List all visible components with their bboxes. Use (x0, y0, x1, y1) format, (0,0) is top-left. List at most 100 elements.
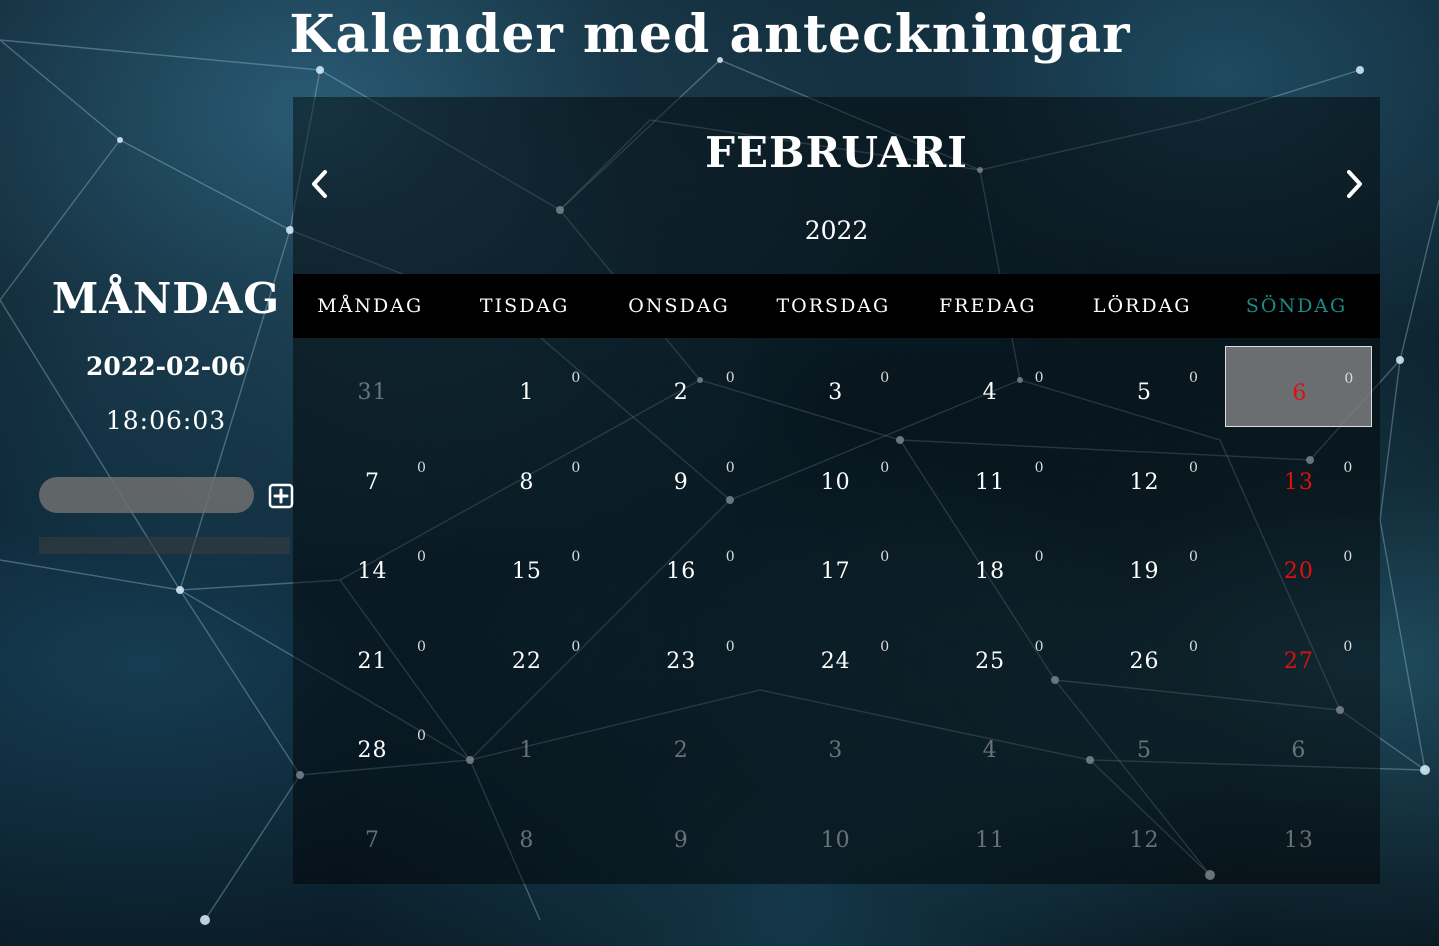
weekday-header: MÅNDAG TISDAG ONSDAG TORSDAG FREDAG LÖRD… (293, 274, 1380, 338)
note-count-badge: 0 (417, 728, 426, 745)
day-cell[interactable]: 22 0 (453, 615, 600, 696)
day-number: 13 (1283, 828, 1314, 853)
page-title: Kalender med anteckningar (289, 4, 1131, 65)
day-cell[interactable]: 21 0 (299, 615, 446, 696)
weekday-sunday: SÖNDAG (1245, 295, 1348, 317)
day-cell[interactable]: 26 0 (1071, 615, 1218, 696)
day-cell[interactable]: 10 0 (762, 436, 909, 517)
day-cell[interactable]: 17 0 (762, 525, 909, 606)
next-month-button[interactable] (1339, 166, 1369, 202)
day-cell[interactable]: 10 (453, 346, 600, 427)
day-number: 1 (519, 738, 535, 764)
note-count-badge: 0 (1034, 459, 1044, 476)
note-count-badge: 0 (1189, 370, 1198, 386)
day-cell[interactable]: 13 0 (1225, 436, 1372, 517)
note-count-badge: 0 (725, 638, 735, 655)
day-cell[interactable]: 7 (299, 794, 446, 875)
day-cell[interactable]: 11 (917, 794, 1064, 875)
day-number: 12 (1129, 828, 1160, 853)
add-note-button[interactable] (268, 483, 294, 509)
note-count-badge: 0 (880, 549, 890, 566)
note-count-badge: 0 (1034, 370, 1044, 386)
day-cell[interactable]: 60 (1225, 346, 1373, 427)
day-cell[interactable]: 90 (608, 436, 755, 517)
day-cell[interactable]: 19 0 (1071, 525, 1218, 606)
day-cell[interactable]: 8 (453, 794, 600, 875)
day-cell[interactable]: 9 (608, 794, 755, 875)
weekday-wednesday: ONSDAG (628, 295, 730, 317)
day-cell[interactable]: 80 (453, 436, 600, 517)
year-label: 2022 (804, 216, 869, 245)
day-cell[interactable]: 12 (1071, 794, 1218, 875)
selected-weekday: MÅNDAG (51, 274, 281, 323)
day-cell[interactable]: 14 0 (299, 525, 446, 606)
day-cell[interactable]: 1 (453, 704, 600, 785)
chevron-right-icon (1347, 170, 1362, 198)
day-cell[interactable]: 20 (608, 346, 755, 427)
day-cell[interactable]: 30 (762, 346, 909, 427)
day-number: 6 (1291, 738, 1307, 764)
note-count-badge: 0 (1189, 638, 1198, 655)
note-count-badge: 0 (725, 459, 735, 476)
day-number: 3 (828, 738, 844, 764)
note-count-badge: 0 (571, 459, 581, 476)
calendar-grid: 31 1 0 2 0 3 0 4 0 5 0 6 0 7 0 8 0 9 0 10 0 11 0 12 0 13 0 14 0 15 0 16… (293, 338, 1380, 878)
day-cell[interactable]: 40 (917, 346, 1064, 427)
day-cell[interactable]: 12 0 (1071, 436, 1218, 517)
day-cell[interactable]: 10 (762, 794, 909, 875)
weekday-friday: FREDAG (939, 295, 1037, 317)
day-cell[interactable]: 5 (1071, 704, 1218, 785)
plus-square-icon (268, 483, 294, 509)
note-count-badge: 0 (571, 370, 581, 386)
day-number: 31 (357, 380, 388, 405)
prev-month-button[interactable] (305, 166, 335, 202)
weekday-saturday: LÖRDAG (1092, 295, 1192, 317)
note-count-badge: 0 (571, 549, 581, 566)
day-cell[interactable]: 31 (299, 346, 446, 427)
note-count-badge: 0 (1343, 638, 1353, 655)
weekday-thursday: TORSDAG (776, 295, 891, 317)
month-name: FEBRUARI (705, 128, 968, 177)
day-number: 9 (673, 828, 689, 853)
day-cell[interactable]: 16 0 (608, 525, 755, 606)
day-cell[interactable]: 3 (762, 704, 909, 785)
note-count-badge: 0 (417, 549, 426, 566)
day-number: 7 (365, 828, 380, 853)
note-count-badge: 0 (1344, 371, 1354, 387)
note-count-badge: 0 (571, 638, 581, 655)
day-cell[interactable]: 28 0 (299, 704, 446, 785)
current-time: 18:06:03 (105, 406, 227, 435)
day-number: 8 (519, 828, 535, 853)
day-cell[interactable]: 50 (1071, 346, 1218, 427)
day-cell[interactable]: 20 0 (1225, 525, 1372, 606)
day-cell[interactable]: 23 0 (608, 615, 755, 696)
note-list (39, 537, 290, 554)
note-count-badge: 0 (417, 638, 426, 655)
day-cell[interactable]: 18 0 (917, 525, 1064, 606)
day-cell[interactable]: 4 (917, 704, 1064, 785)
day-cell[interactable]: 70 (299, 436, 446, 517)
note-count-badge: 0 (1343, 549, 1353, 566)
day-cell[interactable]: 27 0 (1225, 615, 1372, 696)
note-count-badge: 0 (1343, 459, 1353, 476)
note-count-badge: 0 (725, 549, 735, 566)
day-number: 2 (673, 738, 689, 764)
note-count-badge: 0 (1189, 549, 1198, 566)
day-number: 5 (1137, 738, 1152, 764)
note-count-badge: 0 (880, 459, 890, 476)
day-number: 10 (820, 828, 851, 853)
day-cell[interactable]: 13 (1225, 794, 1372, 875)
note-count-badge: 0 (880, 370, 890, 386)
day-cell[interactable]: 11 0 (917, 436, 1064, 517)
day-cell[interactable]: 2 (608, 704, 755, 785)
note-count-badge: 0 (417, 459, 426, 476)
note-input[interactable] (39, 477, 254, 513)
day-cell[interactable]: 15 0 (453, 525, 600, 606)
note-count-badge: 0 (725, 370, 735, 386)
weekday-tuesday: TISDAG (479, 295, 570, 317)
weekday-monday: MÅNDAG (317, 295, 424, 317)
day-cell[interactable]: 24 0 (762, 615, 909, 696)
note-count-badge: 0 (1034, 638, 1044, 655)
day-cell[interactable]: 25 0 (917, 615, 1064, 696)
day-cell[interactable]: 6 (1225, 704, 1372, 785)
